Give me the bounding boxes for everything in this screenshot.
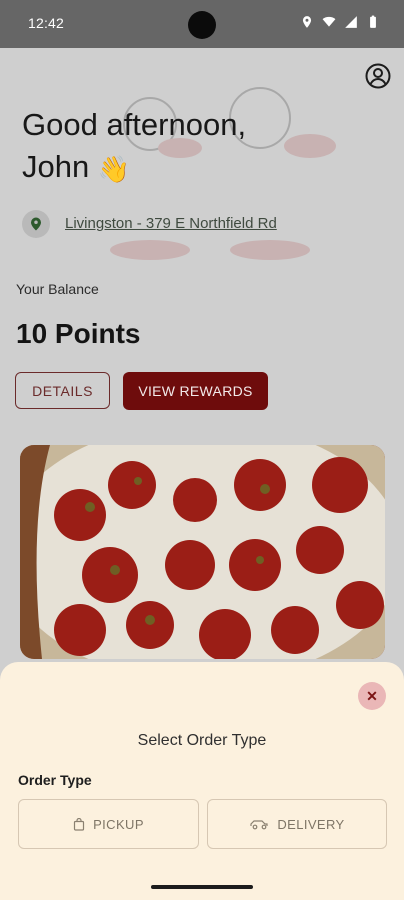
pizza-photo [20,445,385,659]
profile-icon[interactable] [364,62,392,90]
shopping-bag-icon [73,817,85,831]
car-icon [250,820,268,830]
signal-icon [345,16,357,28]
view-rewards-button[interactable]: VIEW REWARDS [123,372,268,410]
pickup-option-button[interactable]: PICKUP [18,799,199,849]
sheet-title: Select Order Type [137,732,267,749]
points-balance: 10 Points [16,318,141,349]
pizza-illustration-decor [110,240,310,260]
details-button[interactable]: DETAILS [15,372,110,409]
greeting-text: Good afternoon, John 👋 [22,104,246,190]
location-icon [302,16,312,28]
gesture-nav-bar[interactable] [151,885,253,889]
status-time: 12:42 [28,15,65,31]
status-bar: 12:42 [0,0,404,48]
app-screen: 12:42 Good afternoon, John 👋 Livingston … [0,0,404,900]
delivery-label: DELIVERY [277,816,345,832]
user-name: John [22,149,90,184]
greeting-line1: Good afternoon, [22,107,247,142]
store-location-link[interactable]: Livingston - 379 E Northfield Rd [65,215,277,232]
order-type-label: Order Type [18,772,92,788]
order-type-sheet: ✕ Select Order Type Order Type PICKUP DE… [0,662,404,900]
balance-label: Your Balance [16,281,99,297]
greeting-line2: John 👋 [22,146,246,190]
battery-icon [370,15,376,28]
wave-emoji: 👋 [97,153,131,184]
wifi-icon [322,16,336,27]
status-icons [300,15,380,29]
pickup-label: PICKUP [93,816,144,832]
camera-cutout [188,11,216,39]
location-pin-icon [22,210,50,238]
close-button[interactable]: ✕ [358,682,386,710]
delivery-option-button[interactable]: DELIVERY [207,799,387,849]
